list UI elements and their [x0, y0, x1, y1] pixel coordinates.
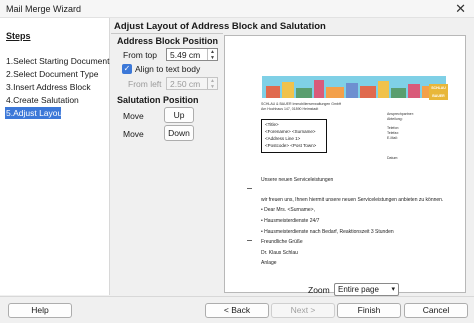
spin-down-icon: ▼ — [210, 83, 215, 90]
letter-salutation: • Dear Mrs. <Surname>, — [261, 207, 315, 213]
email-label: E-Mail: — [387, 136, 398, 140]
address-field-line1: <Address Line 1> — [265, 136, 301, 141]
main-panel: Adjust Layout of Address Block and Salut… — [111, 18, 474, 295]
help-button[interactable]: Help — [8, 303, 72, 318]
letter-closing: Freundliche Grüße — [261, 239, 303, 245]
move-down-button[interactable]: Down — [164, 125, 194, 141]
steps-heading: Steps — [6, 31, 31, 41]
house-shape — [391, 88, 406, 98]
house-shape — [326, 87, 344, 98]
next-button[interactable]: Next > — [271, 303, 335, 318]
spin-down-icon[interactable]: ▼ — [208, 55, 217, 61]
sender-line-2: Am Hochhaus 147, 01890 Heimstadt — [261, 107, 319, 111]
from-top-spinbox[interactable]: 5.49 cm ▲ ▼ — [166, 48, 218, 61]
address-field-name: <Forename> <Surname> — [265, 129, 316, 134]
page-title: Adjust Layout of Address Block and Salut… — [114, 21, 326, 32]
from-left-label: From left — [128, 79, 162, 89]
phone-label: Telefon: — [387, 126, 400, 130]
house-shape — [408, 84, 420, 98]
house-shape — [282, 82, 294, 98]
zoom-select[interactable]: Entire page ▾ — [334, 283, 399, 296]
department-label: Abteilung: — [387, 117, 403, 121]
heading-divider — [111, 33, 223, 34]
letterhead-banner — [262, 76, 446, 98]
company-logo: SCHLAU BAUER — [429, 84, 448, 100]
house-shape — [266, 86, 280, 98]
letter-bullet: • Hausmeisterdienste 24/7 — [261, 218, 320, 224]
house-shape — [314, 80, 324, 98]
letter-attachment: Anlage — [261, 260, 277, 266]
fax-label: Telefax: — [387, 131, 400, 135]
move-down-label: Move — [123, 129, 144, 139]
house-shape — [360, 86, 376, 98]
contact-label: Ansprechpartner: — [387, 112, 414, 116]
zoom-value: Entire page — [338, 285, 379, 294]
move-up-label: Move — [123, 111, 144, 121]
move-up-button[interactable]: Up — [164, 107, 194, 123]
address-field-town: <Postcode> <Post Town> — [265, 143, 317, 148]
salutation-position-title: Salutation Position — [117, 95, 199, 105]
house-shape — [346, 83, 358, 98]
from-left-spinbox: 2.50 cm ▲ ▼ — [166, 77, 218, 90]
steps-panel: Steps 1.Select Starting Document 2.Selec… — [0, 18, 110, 295]
chevron-down-icon: ▾ — [391, 286, 395, 293]
letter-bullet: • Hausmeisterdienste nach Bedarf, Reakti… — [261, 229, 394, 235]
fold-mark — [247, 240, 252, 241]
from-left-value: 2.50 cm — [170, 79, 201, 89]
align-to-text-body-label: Align to text body — [135, 64, 201, 74]
preview-page: SCHLAU BAUER SCHLAU & BAUER Immobilienve… — [237, 46, 453, 286]
finish-button[interactable]: Finish — [337, 303, 401, 318]
dialog-footer: Help < Back Next > Finish Cancel — [0, 296, 474, 323]
layout-preview[interactable]: SCHLAU BAUER SCHLAU & BAUER Immobilienve… — [224, 35, 466, 293]
close-icon[interactable]: ✕ — [455, 1, 466, 17]
cancel-button[interactable]: Cancel — [404, 303, 468, 318]
date-label: Datum: — [387, 156, 399, 160]
from-top-label: From top — [123, 50, 158, 60]
sender-line-1: SCHLAU & BAUER Immobilienverwaltungen Gm… — [261, 102, 342, 106]
from-top-value: 5.49 cm — [170, 50, 201, 60]
window-title: Mail Merge Wizard — [6, 4, 82, 14]
step-insert-address-block[interactable]: 3.Insert Address Block — [5, 81, 105, 93]
house-shape — [378, 81, 389, 98]
align-to-text-body-checkbox[interactable]: ✓ — [122, 64, 132, 74]
fold-mark — [247, 188, 252, 189]
house-shape — [296, 88, 312, 98]
address-position-title: Address Block Position — [117, 36, 219, 46]
address-block: <Title> <Forename> <Surname> <Address Li… — [261, 119, 327, 153]
step-create-salutation[interactable]: 4.Create Salutation — [5, 94, 105, 106]
step-select-document-type[interactable]: 2.Select Document Type — [5, 68, 105, 80]
address-field-title: <Title> — [265, 122, 279, 127]
letter-signature: Dr. Klaus Schlau — [261, 250, 298, 256]
letter-intro: wir freuen uns, Ihnen hiermit unsere neu… — [261, 197, 444, 203]
letter-subject: Unsere neuen Serviceleistungen — [261, 177, 334, 183]
title-bar: Mail Merge Wizard ✕ — [0, 0, 474, 18]
step-adjust-layout[interactable]: 5.Adjust Layout — [5, 107, 65, 119]
back-button[interactable]: < Back — [205, 303, 269, 318]
step-select-starting-document[interactable]: 1.Select Starting Document — [5, 55, 109, 67]
zoom-label: Zoom — [308, 285, 330, 295]
